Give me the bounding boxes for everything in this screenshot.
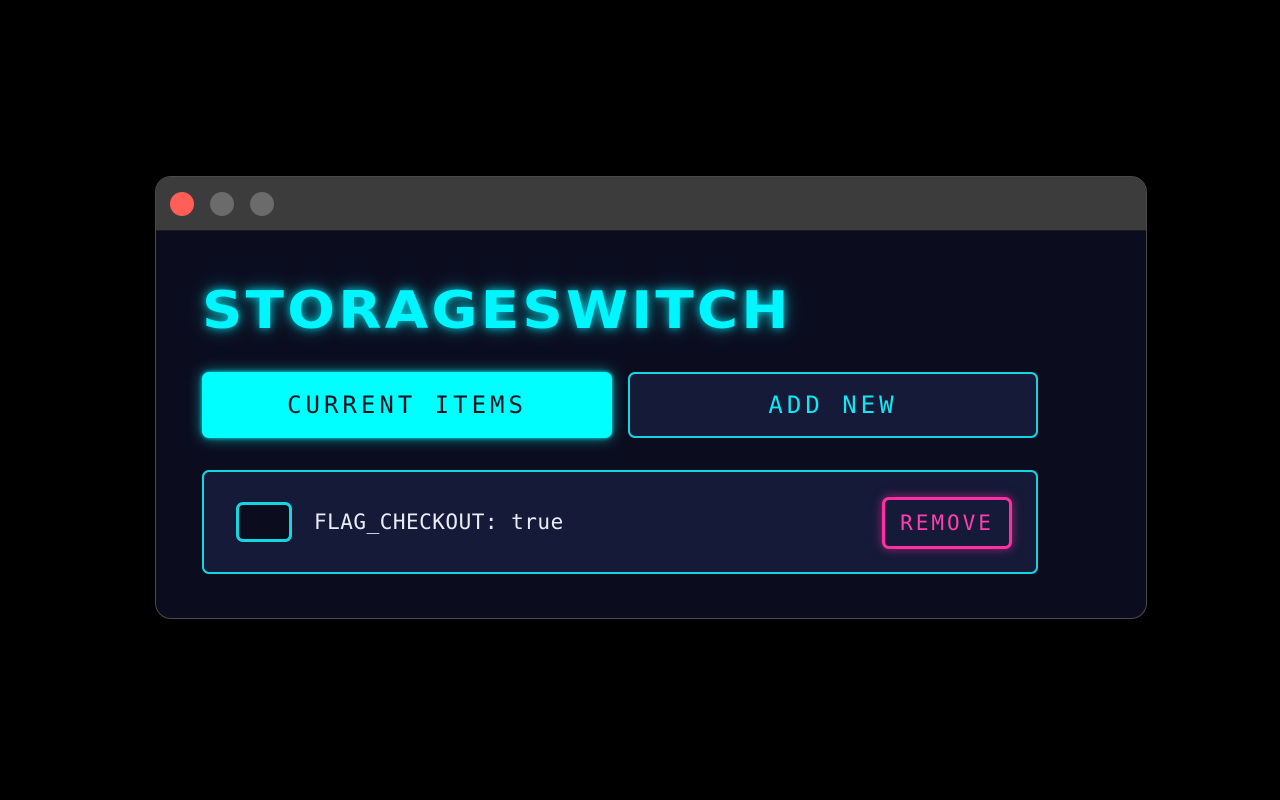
remove-button[interactable]: REMOVE xyxy=(882,497,1012,549)
list-item: FLAG_CHECKOUT: true REMOVE xyxy=(202,470,1038,574)
tab-add-new[interactable]: ADD NEW xyxy=(628,372,1038,438)
maximize-window-button[interactable] xyxy=(250,192,274,216)
window-titlebar[interactable] xyxy=(156,177,1146,231)
close-window-button[interactable] xyxy=(170,192,194,216)
desktop-background: STORAGESWITCH CURRENT ITEMS ADD NEW FLAG… xyxy=(0,0,1280,800)
tab-current-items[interactable]: CURRENT ITEMS xyxy=(202,372,612,438)
app-title: STORAGESWITCH xyxy=(202,281,792,341)
item-key-value: FLAG_CHECKOUT: true xyxy=(314,510,564,534)
item-toggle-checkbox[interactable] xyxy=(236,502,292,542)
app-window: STORAGESWITCH CURRENT ITEMS ADD NEW FLAG… xyxy=(155,176,1147,619)
minimize-window-button[interactable] xyxy=(210,192,234,216)
